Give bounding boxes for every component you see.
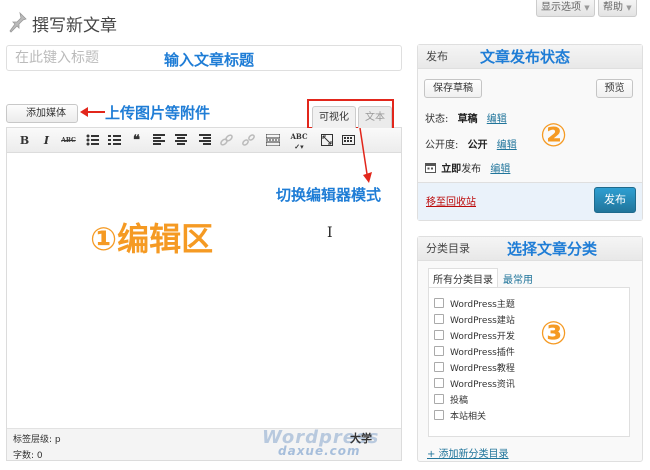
visibility-edit-link[interactable]: 编辑 [497, 140, 517, 151]
tab-text[interactable]: 文本 [358, 106, 392, 128]
bold-button[interactable]: B [16, 132, 33, 149]
category-label: WordPress主题 [450, 300, 515, 310]
arrow-down-icon [359, 128, 372, 183]
annotation-circle-2: ② [540, 116, 568, 154]
schedule-suffix: 发布 [461, 164, 482, 175]
checkbox[interactable] [434, 346, 444, 356]
checkbox[interactable] [434, 330, 444, 340]
title-placeholder: 在此键入标题 [15, 50, 99, 66]
category-label: 本站相关 [450, 412, 487, 422]
bullet-list-button[interactable] [84, 132, 101, 149]
tab-visual[interactable]: 可视化 [312, 106, 356, 128]
schedule-row: 立即发布 编辑 [425, 160, 510, 175]
category-label: WordPress建站 [450, 316, 515, 326]
category-item[interactable]: WordPress插件 [434, 346, 515, 360]
schedule-edit-link[interactable]: 编辑 [490, 164, 510, 175]
tab-popular-categories[interactable]: 最常用 [503, 271, 533, 286]
annotation-publish-hint: 文章发布状态 [480, 48, 571, 66]
spellcheck-button[interactable]: ABC ✓▾ [286, 132, 312, 151]
numbered-list-icon [108, 135, 121, 145]
annotation-category-hint: 选择文章分类 [507, 240, 598, 258]
spellcheck-icon: ABC ✓▾ [290, 132, 308, 151]
page-title: 撰写新文章 [32, 16, 117, 36]
tab-all-categories[interactable]: 所有分类目录 [428, 268, 498, 287]
category-item[interactable]: 本站相关 [434, 410, 486, 424]
preview-button[interactable]: 预览 [596, 79, 633, 98]
checkbox[interactable] [434, 394, 444, 404]
text-cursor-icon: I [327, 225, 333, 241]
category-item[interactable]: WordPress建站 [434, 314, 515, 328]
arrow-left-icon [80, 107, 105, 117]
save-draft-button[interactable]: 保存草稿 [424, 79, 482, 98]
visibility-label: 公开度: [425, 140, 459, 151]
italic-button[interactable]: I [38, 132, 55, 149]
help-label: 帮助 [603, 2, 623, 13]
status-edit-link[interactable]: 编辑 [487, 114, 507, 125]
pushpin-icon [9, 11, 27, 33]
numbered-list-button[interactable] [106, 132, 123, 149]
watermark-domain: daxue.com [278, 444, 361, 458]
checkbox[interactable] [434, 410, 444, 420]
category-item[interactable]: WordPress主题 [434, 298, 515, 312]
checkbox[interactable] [434, 378, 444, 388]
category-item[interactable]: 投稿 [434, 394, 468, 408]
align-left-icon [152, 134, 165, 145]
category-label: WordPress资讯 [450, 380, 515, 390]
read-more-icon [265, 134, 280, 146]
chevron-down-icon: ▼ [626, 4, 632, 12]
screen-options-button[interactable]: 显示选项 ▼ [536, 0, 595, 17]
keyboard-icon [342, 135, 355, 145]
visibility-row: 公开度: 公开 编辑 [425, 136, 517, 151]
checkbox[interactable] [434, 314, 444, 324]
add-new-category-link[interactable]: + 添加新分类目录 [427, 445, 509, 460]
checkbox[interactable] [434, 362, 444, 372]
unlink-icon [242, 134, 255, 146]
align-center-icon [174, 134, 187, 145]
publish-button[interactable]: 发布 [594, 187, 636, 213]
screen-options-label: 显示选项 [541, 2, 581, 13]
move-to-trash-link[interactable]: 移至回收站 [426, 193, 476, 208]
annotation-circle-3: ③ [540, 314, 568, 352]
align-right-button[interactable] [196, 132, 213, 149]
align-left-button[interactable] [150, 132, 167, 149]
insert-more-button[interactable] [264, 132, 281, 149]
category-label: 投稿 [450, 396, 469, 406]
blockquote-button[interactable]: ❝ [128, 132, 145, 149]
status-label: 状态: [425, 114, 449, 125]
category-item[interactable]: WordPress资讯 [434, 378, 515, 392]
tag-path: 标签层级: p [13, 435, 61, 445]
unlink-button[interactable] [240, 132, 257, 149]
annotation-title-hint: 输入文章标题 [164, 51, 255, 69]
blockquote-icon: ❝ [133, 133, 140, 148]
category-label: WordPress开发 [450, 332, 515, 342]
link-button[interactable] [218, 132, 235, 149]
schedule-prefix: 立即 [441, 164, 462, 175]
calendar-icon [425, 163, 436, 173]
editor-area[interactable] [6, 127, 402, 461]
align-right-icon [198, 134, 211, 145]
strikethrough-button[interactable]: ABC [60, 132, 77, 149]
bullet-list-icon [86, 134, 99, 146]
word-count: 字数: 0 [13, 451, 43, 461]
category-item[interactable]: WordPress教程 [434, 362, 515, 376]
link-icon [220, 134, 233, 146]
checkbox[interactable] [434, 298, 444, 308]
annotation-upload-hint: 上传图片等附件 [105, 104, 211, 122]
align-center-button[interactable] [172, 132, 189, 149]
status-row: 状态: 草稿 编辑 [425, 110, 507, 125]
annotation-editor-area: ①编辑区 [90, 220, 214, 258]
fullscreen-button[interactable] [318, 132, 335, 149]
annotation-mode-hint: 切换编辑器模式 [276, 186, 382, 204]
category-label: WordPress插件 [450, 348, 515, 358]
visibility-value: 公开 [467, 140, 488, 151]
help-button[interactable]: 帮助 ▼ [598, 0, 637, 17]
chevron-down-icon: ▼ [584, 4, 590, 12]
category-item[interactable]: WordPress开发 [434, 330, 515, 344]
fullscreen-icon [320, 134, 333, 146]
add-media-label: 添加媒体 [26, 108, 66, 119]
status-value: 草稿 [457, 114, 478, 125]
category-label: WordPress教程 [450, 364, 515, 374]
add-media-button[interactable]: 添加媒体 [6, 104, 78, 123]
